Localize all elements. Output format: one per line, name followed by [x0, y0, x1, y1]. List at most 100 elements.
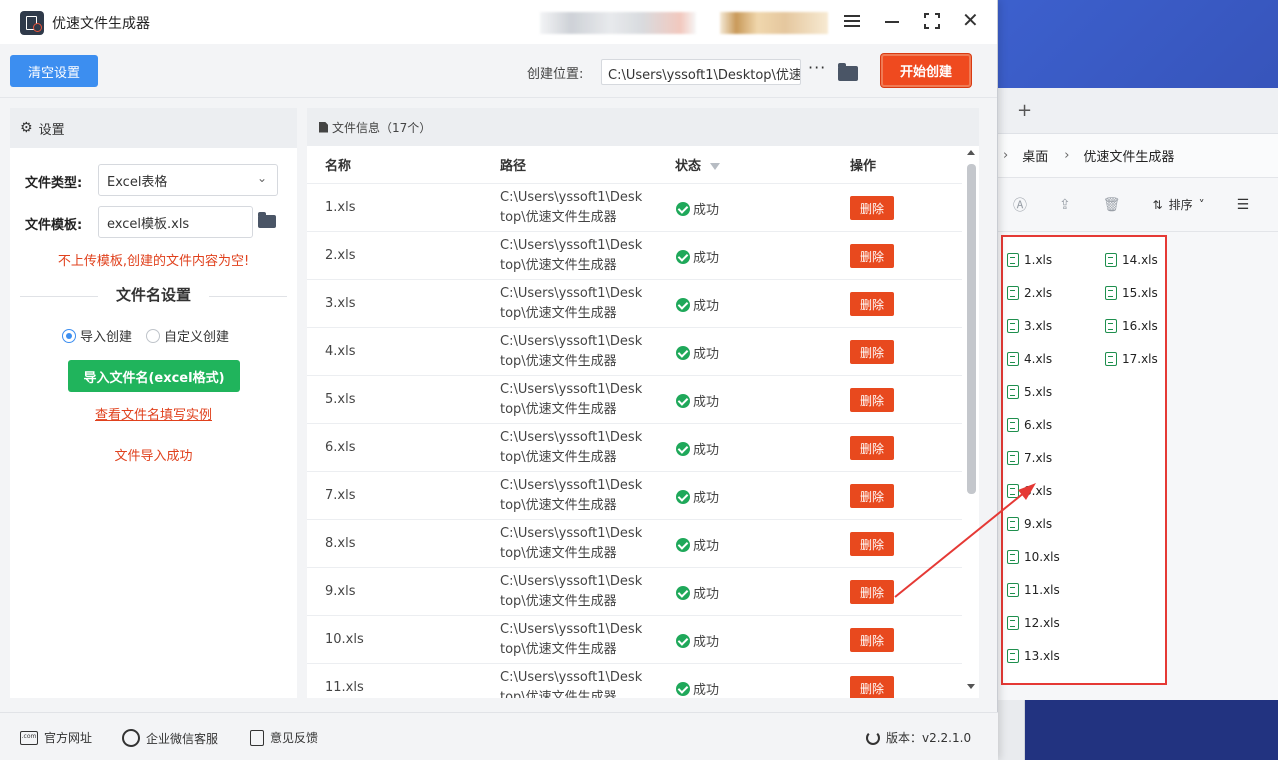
explorer-file-item[interactable]: 17.xls [1105, 342, 1158, 375]
path-line-1: C:\Users\yssoft1\Desk [500, 526, 643, 541]
scroll-up-icon[interactable] [967, 150, 975, 155]
status-text: 成功 [693, 203, 720, 218]
path-line-1: C:\Users\yssoft1\Desk [500, 622, 643, 637]
template-folder-icon[interactable] [258, 212, 276, 228]
breadcrumb-folder[interactable]: 优速文件生成器 [1083, 146, 1174, 165]
explorer-file-item[interactable]: 10.xls [1007, 540, 1060, 573]
file-name-cell: 7.xls [325, 488, 356, 503]
delete-button[interactable]: 删除 [850, 628, 894, 652]
filter-icon[interactable] [709, 163, 720, 170]
share-icon[interactable]: ⇪ [1059, 197, 1071, 213]
new-tab-icon[interactable]: + [1017, 100, 1032, 121]
trash-icon[interactable]: 🗑 [1103, 197, 1121, 213]
explorer-file-item[interactable]: 2.xls [1007, 276, 1060, 309]
file-type-value: Excel表格 [107, 175, 168, 190]
location-field[interactable]: C:\Users\yssoft1\Desktop\优速 [601, 59, 801, 85]
explorer-file-name: 9.xls [1024, 516, 1053, 531]
radio-custom-create[interactable]: 自定义创建 [146, 326, 229, 345]
more-icon[interactable]: ··· [808, 58, 826, 77]
menu-icon[interactable] [844, 15, 860, 27]
path-line-2: top\优速文件生成器 [500, 642, 617, 657]
delete-button[interactable]: 删除 [850, 580, 894, 604]
explorer-file-item[interactable]: 12.xls [1007, 606, 1060, 639]
delete-button[interactable]: 删除 [850, 484, 894, 508]
feedback-link[interactable]: 意见反馈 [250, 729, 318, 746]
explorer-file-item[interactable]: 6.xls [1007, 408, 1060, 441]
delete-button[interactable]: 删除 [850, 532, 894, 556]
explorer-file-item[interactable]: 7.xls [1007, 441, 1060, 474]
success-check-icon [676, 681, 690, 696]
radio-import-create[interactable]: 导入创建 [62, 326, 132, 345]
wechat-service-link[interactable]: 企业微信客服 [122, 729, 218, 747]
folder-icon[interactable] [838, 63, 858, 81]
explorer-file-item[interactable]: 15.xls [1105, 276, 1158, 309]
file-info-panel: 文件信息（17个） 名称 路径 状态 操作 1.xls C:\Users\ysso… [307, 108, 979, 698]
start-create-button[interactable]: 开始创建 [881, 54, 971, 87]
explorer-file-item[interactable]: 14.xls [1105, 243, 1158, 276]
chevron-right-icon: › [1064, 148, 1070, 163]
explorer-file-name: 10.xls [1024, 549, 1060, 564]
wechat-label: 企业微信客服 [146, 731, 219, 746]
explorer-file-item[interactable]: 11.xls [1007, 573, 1060, 606]
excel-file-icon [1105, 351, 1117, 366]
view-icon[interactable]: ☰ [1237, 197, 1250, 213]
explorer-file-item[interactable]: 5.xls [1007, 375, 1060, 408]
status-text: 成功 [693, 395, 720, 410]
explorer-file-name: 16.xls [1122, 318, 1158, 333]
explorer-file-item[interactable]: 13.xls [1007, 639, 1060, 672]
vertical-scrollbar[interactable] [964, 148, 978, 696]
version-info[interactable]: 版本：v2.2.1.0 [866, 729, 971, 746]
file-name-cell: 10.xls [325, 632, 364, 647]
file-path-cell: C:\Users\yssoft1\Desk top\优速文件生成器 [500, 476, 650, 516]
table-header: 名称 路径 状态 操作 [307, 146, 962, 184]
success-check-icon [676, 633, 690, 648]
website-link[interactable]: .com 官方网址 [20, 729, 92, 746]
breadcrumb-desktop[interactable]: 桌面 [1022, 146, 1048, 165]
close-icon[interactable]: ✕ [962, 10, 979, 30]
file-path-cell: C:\Users\yssoft1\Desk top\优速文件生成器 [500, 236, 650, 276]
file-name-cell: 11.xls [325, 680, 364, 695]
explorer-file-item[interactable]: 16.xls [1105, 309, 1158, 342]
status-text: 成功 [693, 443, 720, 458]
file-path-cell: C:\Users\yssoft1\Desk top\优速文件生成器 [500, 332, 650, 372]
template-field[interactable]: excel模板.xls [98, 206, 253, 238]
explorer-file-item[interactable]: 3.xls [1007, 309, 1060, 342]
file-path-cell: C:\Users\yssoft1\Desk top\优速文件生成器 [500, 524, 650, 564]
explorer-file-item[interactable]: 8.xls [1007, 474, 1060, 507]
status-cell: 成功 [676, 487, 719, 506]
explorer-file-name: 3.xls [1024, 318, 1053, 333]
rename-icon[interactable]: Ⓐ [1013, 195, 1027, 215]
explorer-file-item[interactable]: 1.xls [1007, 243, 1060, 276]
import-status-text: 文件导入成功 [114, 449, 193, 464]
clear-settings-button[interactable]: 清空设置 [10, 55, 98, 87]
maximize-icon[interactable] [924, 13, 940, 29]
example-link[interactable]: 查看文件名填写实例 [10, 404, 297, 423]
file-type-select[interactable]: Excel表格 ⌄ [98, 164, 278, 196]
status-cell: 成功 [676, 679, 719, 698]
status-cell: 成功 [676, 199, 719, 218]
excel-file-icon [1105, 285, 1117, 300]
delete-button[interactable]: 删除 [850, 388, 894, 412]
excel-file-icon [1007, 450, 1019, 465]
explorer-file-item[interactable]: 9.xls [1007, 507, 1060, 540]
delete-button[interactable]: 删除 [850, 196, 894, 220]
app-logo-icon [20, 11, 44, 35]
scrollbar-thumb[interactable] [967, 164, 976, 494]
explorer-file-item[interactable]: 4.xls [1007, 342, 1060, 375]
file-path-cell: C:\Users\yssoft1\Desk top\优速文件生成器 [500, 284, 650, 324]
delete-button[interactable]: 删除 [850, 340, 894, 364]
delete-button[interactable]: 删除 [850, 676, 894, 698]
path-line-1: C:\Users\yssoft1\Desk [500, 286, 643, 301]
status-cell: 成功 [676, 631, 719, 650]
delete-button[interactable]: 删除 [850, 244, 894, 268]
radio-import-label: 导入创建 [80, 330, 133, 345]
explorer-file-name: 15.xls [1122, 285, 1158, 300]
scroll-down-icon[interactable] [967, 684, 975, 689]
location-label: 创建位置: [527, 67, 584, 82]
minimize-icon[interactable] [885, 21, 899, 23]
sort-button[interactable]: ⇅ 排序 ˅ [1153, 196, 1205, 213]
import-filenames-button[interactable]: 导入文件名(excel格式) [68, 360, 240, 392]
delete-button[interactable]: 删除 [850, 292, 894, 316]
delete-button[interactable]: 删除 [850, 436, 894, 460]
file-path-cell: C:\Users\yssoft1\Desk top\优速文件生成器 [500, 572, 650, 612]
